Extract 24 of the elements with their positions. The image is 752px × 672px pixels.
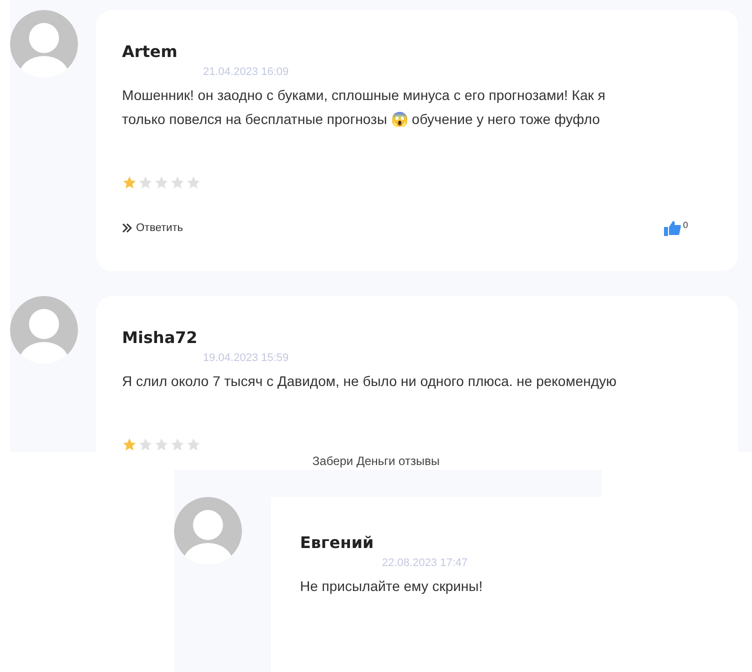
review-text: Не присылайте ему скрины! xyxy=(300,576,484,596)
double-chevron-icon xyxy=(122,223,132,234)
review-text: Мошенник! он заодно с буками, сплошные минуса с его прогнозами! Как я только повелся на бесплатные прогнозы 😱 обучение у него тоже фуфло xyxy=(122,86,606,129)
review-text: Я слил около 7 тысяч с Давидом, не было ни одного плюса. не рекомендую xyxy=(122,372,618,391)
review-date: 22.08.2023 17:47 xyxy=(382,556,469,570)
star-icon xyxy=(186,175,201,190)
thumbs-up-icon[interactable] xyxy=(664,220,681,236)
reply-link[interactable]: Ответить xyxy=(122,220,184,236)
star-icon xyxy=(122,436,137,452)
author-name: Misha72 xyxy=(122,328,198,348)
star-icon xyxy=(186,436,201,452)
star-icon xyxy=(170,175,185,190)
star-icon xyxy=(154,175,169,190)
star-icon xyxy=(170,436,185,452)
star-icon xyxy=(154,436,169,452)
review-date: 21.04.2023 16:09 xyxy=(203,65,290,79)
caption: Забери Деньги отзывы xyxy=(312,452,440,470)
review-date: 19.04.2023 15:59 xyxy=(203,350,290,364)
author-name: Artem xyxy=(122,42,178,62)
author-name: Евгений xyxy=(300,532,375,552)
star-icon xyxy=(138,175,153,190)
like-count: 0 xyxy=(682,220,688,230)
star-icon xyxy=(122,175,137,190)
star-icon xyxy=(138,436,153,452)
